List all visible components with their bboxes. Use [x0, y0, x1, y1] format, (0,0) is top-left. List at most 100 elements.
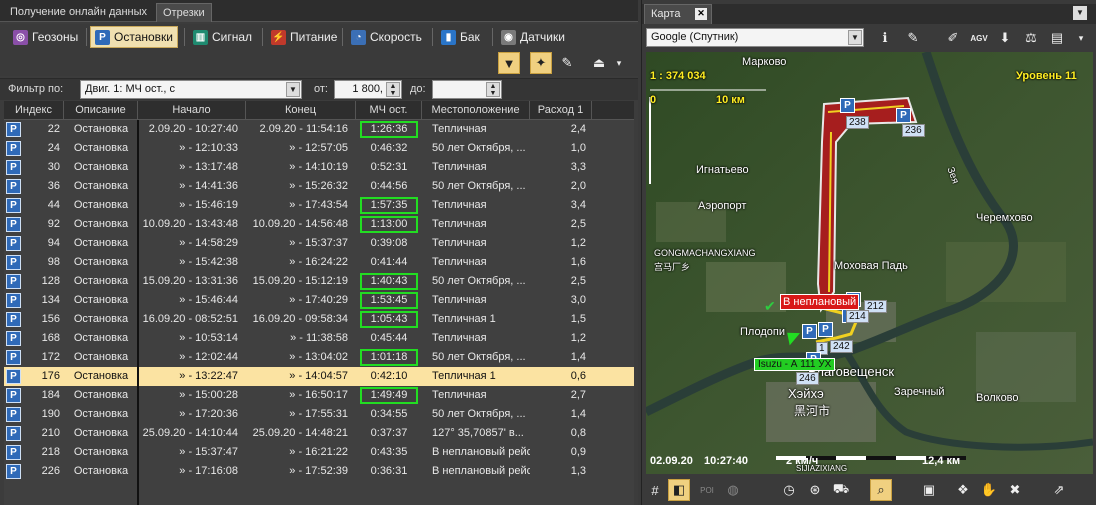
table-row[interactable]: P 36 Остановка » - 14:41:36 » - 15:26:32 0:44… — [4, 177, 634, 196]
hand-icon[interactable]: ✋ — [978, 479, 1000, 501]
filter-signal-button[interactable]: ▥ Сигнал — [188, 26, 257, 48]
divider — [492, 28, 493, 46]
dropdown-arrow-icon[interactable]: ▾ — [1074, 27, 1088, 49]
cell-desc: Остановка — [73, 199, 129, 211]
col-description[interactable]: Описание — [64, 101, 138, 120]
cell-mh: 0:52:31 — [370, 161, 408, 173]
table-row[interactable]: P 98 Остановка » - 15:42:38 » - 16:24:22 0:41… — [4, 253, 634, 272]
poi-icon[interactable]: POI — [696, 479, 718, 501]
table-row[interactable]: P 92 Остановка 10.09.20 - 13:43:48 10.09.20 … — [4, 215, 634, 234]
satellite-map[interactable]: 1 : 374 034 Уровень 11 0 10 км Марково И… — [646, 52, 1093, 474]
table-row[interactable]: P 134 Остановка » - 15:46:44 » - 17:40:29 1:5… — [4, 291, 634, 310]
status-date: 02.09.20 — [650, 455, 693, 467]
cell-index: 210 — [41, 427, 60, 439]
parking-icon: P — [6, 274, 21, 289]
cell-start: 2.09.20 - 10:27:40 — [148, 123, 238, 135]
filter-funnel-icon[interactable]: ▼ — [498, 52, 520, 74]
place-label: GONGMACHANGXIANG — [654, 248, 756, 258]
parking-icon: P — [6, 445, 21, 460]
parking-marker[interactable]: P — [802, 324, 817, 339]
table-row[interactable]: P 22 Остановка 2.09.20 - 10:27:40 2.09.20 - … — [4, 120, 634, 139]
dropdown-arrow-icon[interactable]: ▾ — [612, 52, 626, 74]
parking-marker[interactable]: P — [896, 108, 911, 123]
to-value-spinner[interactable]: ▲ ▼ — [432, 80, 502, 99]
cell-desc: Остановка — [73, 237, 129, 249]
target-icon[interactable]: ⊛ — [804, 479, 826, 501]
filter-tank-button[interactable]: ▮ Бак — [436, 26, 485, 48]
table-row[interactable]: P 168 Остановка » - 10:53:14 » - 11:38:58 0:4… — [4, 329, 634, 348]
cell-start: » - 15:00:28 — [179, 389, 238, 401]
col-engine-hours[interactable]: МЧ ост. — [356, 101, 422, 120]
close-icon[interactable]: ✕ — [695, 8, 707, 20]
wrench-icon[interactable]: ✎ — [556, 52, 578, 74]
filter-stops-button[interactable]: P Остановки — [90, 26, 178, 48]
layer-icon[interactable]: ◍ — [722, 479, 744, 501]
col-fuel[interactable]: Расход 1 — [530, 101, 592, 120]
filter-field-select[interactable]: Двиг. 1: МЧ ост., с ▼ — [80, 80, 302, 99]
export-icon[interactable]: ⇗ — [1048, 479, 1070, 501]
filter-speed-button[interactable]: ◔ Скорость — [346, 26, 427, 48]
clear-icon[interactable]: ✖ — [1004, 479, 1026, 501]
table-row[interactable]: P 44 Остановка » - 15:46:19 » - 17:43:54 1:57… — [4, 196, 634, 215]
eject-icon[interactable]: ⏏ — [588, 52, 610, 74]
pencil-icon[interactable]: ✐ — [942, 27, 964, 49]
clock-icon[interactable]: ◷ — [778, 479, 800, 501]
cell-end: » - 16:24:22 — [289, 256, 348, 268]
search-icon[interactable]: ⌕ — [870, 479, 892, 501]
tab-online-data[interactable]: Получение онлайн данных — [4, 3, 153, 22]
download-icon[interactable]: ⬇ — [994, 27, 1016, 49]
panel-menu-icon[interactable]: ▼ — [1073, 6, 1087, 20]
pin-icon[interactable]: ✦ — [530, 52, 552, 74]
table-row[interactable]: P 226 Остановка » - 17:16:08 » - 17:52:39 0:3… — [4, 462, 634, 481]
table-row[interactable]: P 176 Остановка » - 13:22:47 » - 14:04:57 0:4… — [4, 367, 634, 386]
place-label: Черемхово — [976, 212, 1033, 224]
grid-icon[interactable]: # — [644, 479, 666, 501]
cell-end: » - 16:50:17 — [289, 389, 348, 401]
layers-icon[interactable]: ❖ — [952, 479, 974, 501]
ruler-icon[interactable]: ▤ — [1046, 27, 1068, 49]
col-index[interactable]: Индекс — [4, 101, 64, 120]
tab-map[interactable]: Карта ✕ — [644, 4, 712, 24]
cell-start: » - 17:20:36 — [179, 408, 238, 420]
place-label: Моховая Падь — [834, 260, 908, 272]
cell-fuel: 2,4 — [570, 123, 586, 135]
table-row[interactable]: P 218 Остановка » - 15:37:47 » - 16:21:22 0:4… — [4, 443, 634, 462]
fullscreen-icon[interactable]: ▣ — [918, 479, 940, 501]
table-row[interactable]: P 24 Остановка » - 12:10:33 » - 12:57:05 0:46… — [4, 139, 634, 158]
table-row[interactable]: P 210 Остановка 25.09.20 - 14:10:44 25.09.20… — [4, 424, 634, 443]
signal-icon: ▥ — [193, 29, 208, 45]
table-row[interactable]: P 184 Остановка » - 15:00:28 » - 16:50:17 1:4… — [4, 386, 634, 405]
dumbbell-icon[interactable]: ⚖ — [1020, 27, 1042, 49]
bus-icon[interactable]: ⛟ — [830, 479, 852, 501]
table-row[interactable]: P 156 Остановка 16.09.20 - 08:52:51 16.09.20… — [4, 310, 634, 329]
table-row[interactable]: P 94 Остановка » - 14:58:29 » - 15:37:37 0:39… — [4, 234, 634, 253]
parking-icon: P — [6, 464, 21, 479]
parking-marker[interactable]: P — [840, 98, 855, 113]
parking-marker[interactable]: P — [818, 322, 833, 337]
map-provider-select[interactable]: Google (Спутник) ▼ — [646, 28, 864, 47]
agv-icon[interactable]: AGV — [968, 27, 990, 49]
geozone-icon: ◎ — [13, 29, 28, 45]
value-filter-row: Фильтр по: Двиг. 1: МЧ ост., с ▼ от: 1 8… — [0, 78, 638, 100]
parking-icon: P — [6, 350, 21, 365]
from-value-spinner[interactable]: 1 800, ▲ ▼ — [334, 80, 402, 99]
cell-desc: Остановка — [73, 142, 129, 154]
filter-sensors-button[interactable]: ◉ Датчики — [496, 26, 570, 48]
vehicle-label[interactable]: Isuzu - А 111 УХ — [754, 358, 836, 371]
table-row[interactable]: P 30 Остановка » - 13:17:48 » - 14:10:19 0:52… — [4, 158, 634, 177]
col-location[interactable]: Местоположение — [422, 101, 530, 120]
info-icon[interactable]: ℹ — [874, 27, 896, 49]
tab-segments[interactable]: Отрезки — [156, 3, 212, 22]
table-row[interactable]: P 128 Остановка 15.09.20 - 13:31:36 15.09.20… — [4, 272, 634, 291]
wrench-icon[interactable]: ✎ — [902, 27, 924, 49]
map-toolbar: Google (Спутник) ▼ ℹ ✎ ✐ AGV ⬇ ⚖ ▤ ▾ — [642, 26, 1096, 50]
track-icon[interactable]: ◧ — [668, 479, 690, 501]
table-row[interactable]: P 190 Остановка » - 17:20:36 » - 17:55:31 0:3… — [4, 405, 634, 424]
filter-power-button[interactable]: ⚡ Питание — [266, 26, 342, 48]
filter-geozones-button[interactable]: ◎ Геозоны — [8, 26, 83, 48]
cell-end: 2.09.20 - 11:54:16 — [259, 123, 348, 135]
table-row[interactable]: P 172 Остановка » - 12:02:44 » - 13:04:02 1:0… — [4, 348, 634, 367]
filter-label: Скорость — [370, 30, 422, 44]
col-end[interactable]: Конец — [246, 101, 356, 120]
col-start[interactable]: Начало — [138, 101, 246, 120]
